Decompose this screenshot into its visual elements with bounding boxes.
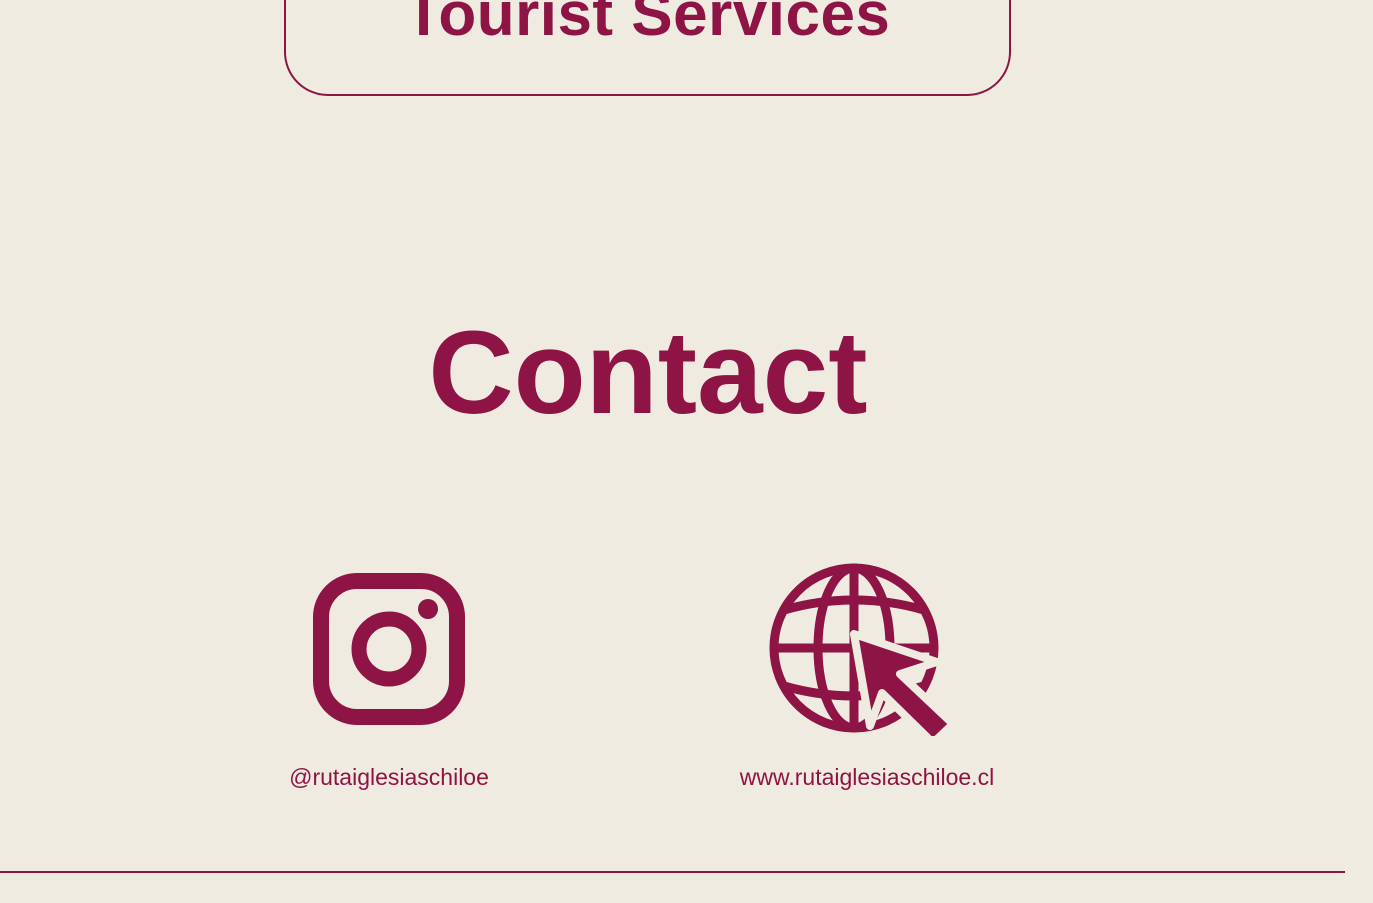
website-link[interactable]: www.rutaiglesiaschiloe.cl xyxy=(687,556,1047,792)
website-url: www.rutaiglesiaschiloe.cl xyxy=(739,764,995,790)
tourist-services-title: Tourist Services xyxy=(404,0,891,49)
instagram-icon xyxy=(209,556,569,736)
instagram-link[interactable]: @rutaiglesiaschiloe xyxy=(209,556,569,792)
contact-heading: Contact xyxy=(428,307,868,439)
instagram-handle: @rutaiglesiaschiloe xyxy=(289,764,489,790)
bottom-divider xyxy=(0,871,1345,873)
tourist-services-button[interactable]: Tourist Services xyxy=(284,0,1011,96)
globe-cursor-icon xyxy=(687,556,1047,736)
